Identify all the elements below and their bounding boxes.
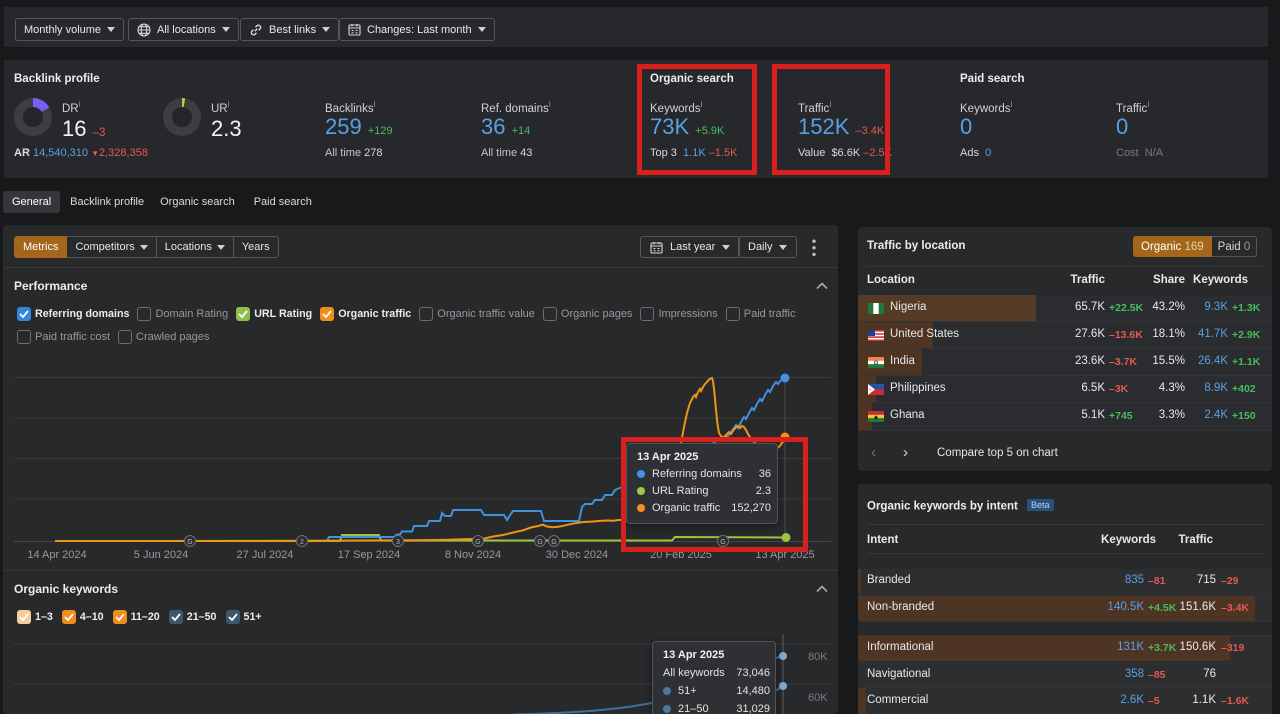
svg-text:G: G — [551, 539, 556, 546]
svg-text:27 Jul 2024: 27 Jul 2024 — [237, 549, 294, 561]
svg-text:G: G — [187, 539, 192, 546]
svg-text:8 Nov 2024: 8 Nov 2024 — [445, 549, 501, 561]
svg-text:80K: 80K — [808, 651, 828, 663]
svg-text:2: 2 — [300, 539, 304, 546]
svg-text:G: G — [475, 539, 480, 546]
svg-text:30 Dec 2024: 30 Dec 2024 — [546, 549, 608, 561]
svg-text:G: G — [537, 539, 542, 546]
svg-text:5 Jun 2024: 5 Jun 2024 — [134, 549, 188, 561]
svg-text:60K: 60K — [808, 692, 828, 704]
svg-text:14 Apr 2024: 14 Apr 2024 — [27, 549, 86, 561]
svg-text:17 Sep 2024: 17 Sep 2024 — [338, 549, 400, 561]
svg-text:3: 3 — [396, 539, 400, 546]
